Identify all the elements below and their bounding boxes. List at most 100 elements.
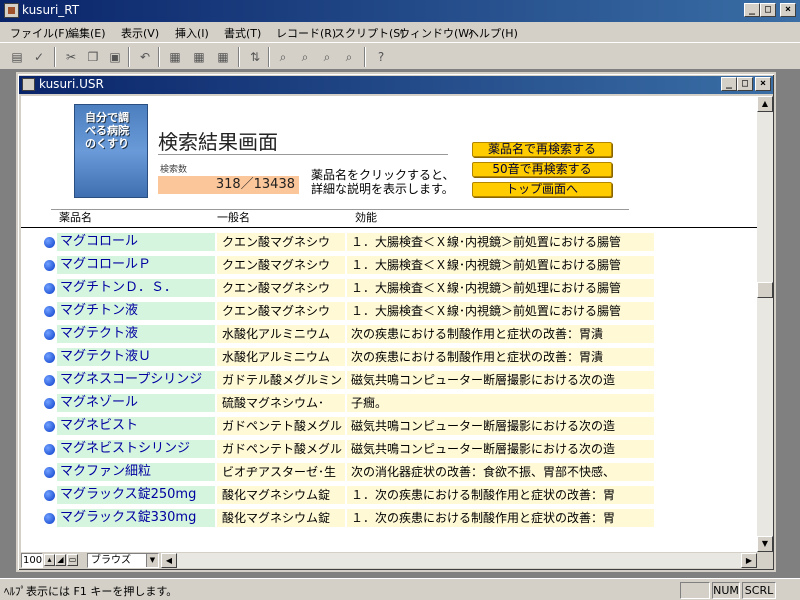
hint-text: 薬品名をクリックすると、 詳細な説明を表示します。 [311, 168, 491, 196]
maximize-button[interactable]: □ [760, 3, 776, 17]
bullet-icon [44, 237, 55, 248]
child-maximize-button[interactable]: □ [737, 77, 753, 91]
find-previous-icon[interactable]: ⌕ [318, 48, 336, 66]
generic-name: クエン酸マグネシウ [217, 233, 345, 251]
app-icon[interactable] [4, 3, 19, 18]
spellcheck-icon[interactable]: ✓ [30, 48, 48, 66]
drug-name-link[interactable]: マグコロール [57, 233, 215, 251]
result-count: 318／13438 [158, 176, 299, 194]
menu-bar: ファイル(F) 編集(E) 表示(V) 挿入(I) 書式(T) レコード(R) … [0, 22, 800, 42]
scroll-right-button[interactable]: ▶ [741, 553, 757, 568]
toolbar-separator [238, 47, 240, 67]
drug-name-link[interactable]: マグチトンＤ．Ｓ． [57, 279, 215, 297]
menu-help[interactable]: ヘルプ(H) [468, 25, 518, 41]
table-row: マグコロール クエン酸マグネシウ １．大腸検査＜Ｘ線･内視鏡＞前処置における腸管 [21, 231, 757, 253]
zoom-in-icon[interactable]: ◢ [55, 554, 66, 566]
menu-file[interactable]: ファイル(F) [10, 25, 69, 41]
close-button[interactable]: × [780, 3, 796, 17]
horizontal-scrollbar[interactable]: ◀ ▶ [161, 553, 757, 568]
status-area-toggle-icon[interactable]: ▭ [67, 554, 78, 566]
drug-name-link[interactable]: マグテクト液Ｕ [57, 348, 215, 366]
menu-script[interactable]: スクリプト(S) [334, 25, 405, 41]
effect-text: 次の疾患における制酸作用と症状の改善：胃潰 [347, 348, 654, 366]
zoom-level[interactable]: 100 [21, 553, 43, 568]
bullet-icon [44, 283, 55, 294]
drug-name-link[interactable]: マグラックス錠330mg [57, 509, 215, 527]
generic-name: ガドペンテト酸メグル [217, 440, 345, 458]
scroll-thumb[interactable] [757, 282, 773, 298]
cut-icon[interactable]: ✂ [62, 48, 80, 66]
result-count-label: 検索数 [160, 165, 188, 175]
drug-name-link[interactable]: マグラックス錠250mg [57, 486, 215, 504]
mode-value: ブラウズ [91, 555, 131, 566]
drug-name-link[interactable]: マグネゾール [57, 394, 215, 412]
paste-icon[interactable]: ▣ [106, 48, 124, 66]
mode-bar: 100 ▴ ◢ ▭ ブラウズ ▼ ◀ ▶ [21, 552, 773, 569]
menu-window[interactable]: ウィンドウ(W) [399, 25, 473, 41]
delete-record-icon[interactable]: ▦ [214, 48, 232, 66]
generic-name: 水酸化アルミニウム [217, 325, 345, 343]
drug-name-link[interactable]: マグネビストシリンジ [57, 440, 215, 458]
drug-name-link[interactable]: マグネビスト [57, 417, 215, 435]
drug-name-link[interactable]: マグテクト液 [57, 325, 215, 343]
hint-line: 薬品名をクリックすると、 [311, 168, 455, 182]
menu-view[interactable]: 表示(V) [121, 25, 159, 41]
effect-text: １．大腸検査＜Ｘ線･内視鏡＞前処置における腸管 [347, 302, 654, 320]
table-row: マグネスコープシリンジ ガドテル酸メグルミン 磁気共鳴コンピューター断層撮影における… [21, 369, 757, 391]
mode-select[interactable]: ブラウズ ▼ [87, 553, 159, 568]
vertical-scrollbar[interactable]: ▲ ▼ [757, 96, 773, 552]
minimize-button[interactable]: _ [744, 3, 760, 17]
table-row: マグチトンＤ．Ｓ． クエン酸マグネシウ １．大腸検査＜Ｘ線･内視鏡＞前処理における腸… [21, 277, 757, 299]
scroll-up-button[interactable]: ▲ [757, 96, 773, 112]
undo-icon[interactable]: ↶ [136, 48, 154, 66]
menu-format[interactable]: 書式(T) [224, 25, 261, 41]
list-divider [21, 227, 757, 228]
zoom-out-icon[interactable]: ▴ [44, 554, 55, 566]
generic-name: クエン酸マグネシウ [217, 279, 345, 297]
top-page-button[interactable]: トップ画面へ [472, 182, 612, 197]
copy-icon[interactable]: ❐ [84, 48, 102, 66]
find-all-icon[interactable]: ⌕ [340, 48, 358, 66]
help-icon[interactable]: ? [372, 48, 390, 66]
print-icon[interactable]: ▤ [8, 48, 26, 66]
scroll-down-button[interactable]: ▼ [757, 536, 773, 552]
toolbar-separator [364, 47, 366, 67]
column-header-name: 薬品名 [59, 211, 92, 224]
drug-name-link[interactable]: マグチトン液 [57, 302, 215, 320]
effect-text: 磁気共鳴コンピューター断層撮影における次の造 [347, 371, 654, 389]
app-title-bar[interactable]: kusuri_RT _ □ × [0, 0, 800, 22]
document-icon[interactable] [22, 78, 35, 91]
sort-icon[interactable]: ⇅ [246, 48, 264, 66]
bullet-icon [44, 513, 55, 524]
scroll-lock-indicator: SCRL [742, 582, 776, 599]
effect-text: 子癇。 [347, 394, 654, 412]
child-title-bar[interactable]: kusuri.USR _ □ × [19, 76, 773, 94]
new-record-icon[interactable]: ▦ [166, 48, 184, 66]
drug-name-link[interactable]: マクファン細粒 [57, 463, 215, 481]
drug-name-link[interactable]: マグネスコープシリンジ [57, 371, 215, 389]
research-by-kana-button[interactable]: 50音で再検索する [472, 162, 612, 177]
find-next-icon[interactable]: ⌕ [296, 48, 314, 66]
child-minimize-button[interactable]: _ [721, 77, 737, 91]
bullet-icon [44, 375, 55, 386]
drug-name-link[interactable]: マグコロールＰ [57, 256, 215, 274]
page-title: 検索結果画面 [158, 130, 278, 154]
chevron-down-icon[interactable]: ▼ [146, 554, 158, 567]
app-title: kusuri_RT [22, 3, 80, 17]
bullet-icon [44, 444, 55, 455]
bullet-icon [44, 306, 55, 317]
column-header-generic: 一般名 [217, 211, 250, 224]
duplicate-record-icon[interactable]: ▦ [190, 48, 208, 66]
generic-name: 酸化マグネシウム錠 [217, 509, 345, 527]
research-by-name-button[interactable]: 薬品名で再検索する [472, 142, 612, 157]
table-row: マグネゾール 硫酸マグネシウム･ 子癇。 [21, 392, 757, 414]
menu-record[interactable]: レコード(R) [276, 25, 336, 41]
scroll-left-button[interactable]: ◀ [161, 553, 177, 568]
child-close-button[interactable]: × [755, 77, 771, 91]
find-icon[interactable]: ⌕ [274, 48, 292, 66]
menu-insert[interactable]: 挿入(I) [175, 25, 209, 41]
header-divider [51, 209, 629, 210]
effect-text: １．大腸検査＜Ｘ線･内視鏡＞前処理における腸管 [347, 279, 654, 297]
effect-text: 磁気共鳴コンピューター断層撮影における次の造 [347, 440, 654, 458]
menu-edit[interactable]: 編集(E) [68, 25, 106, 41]
